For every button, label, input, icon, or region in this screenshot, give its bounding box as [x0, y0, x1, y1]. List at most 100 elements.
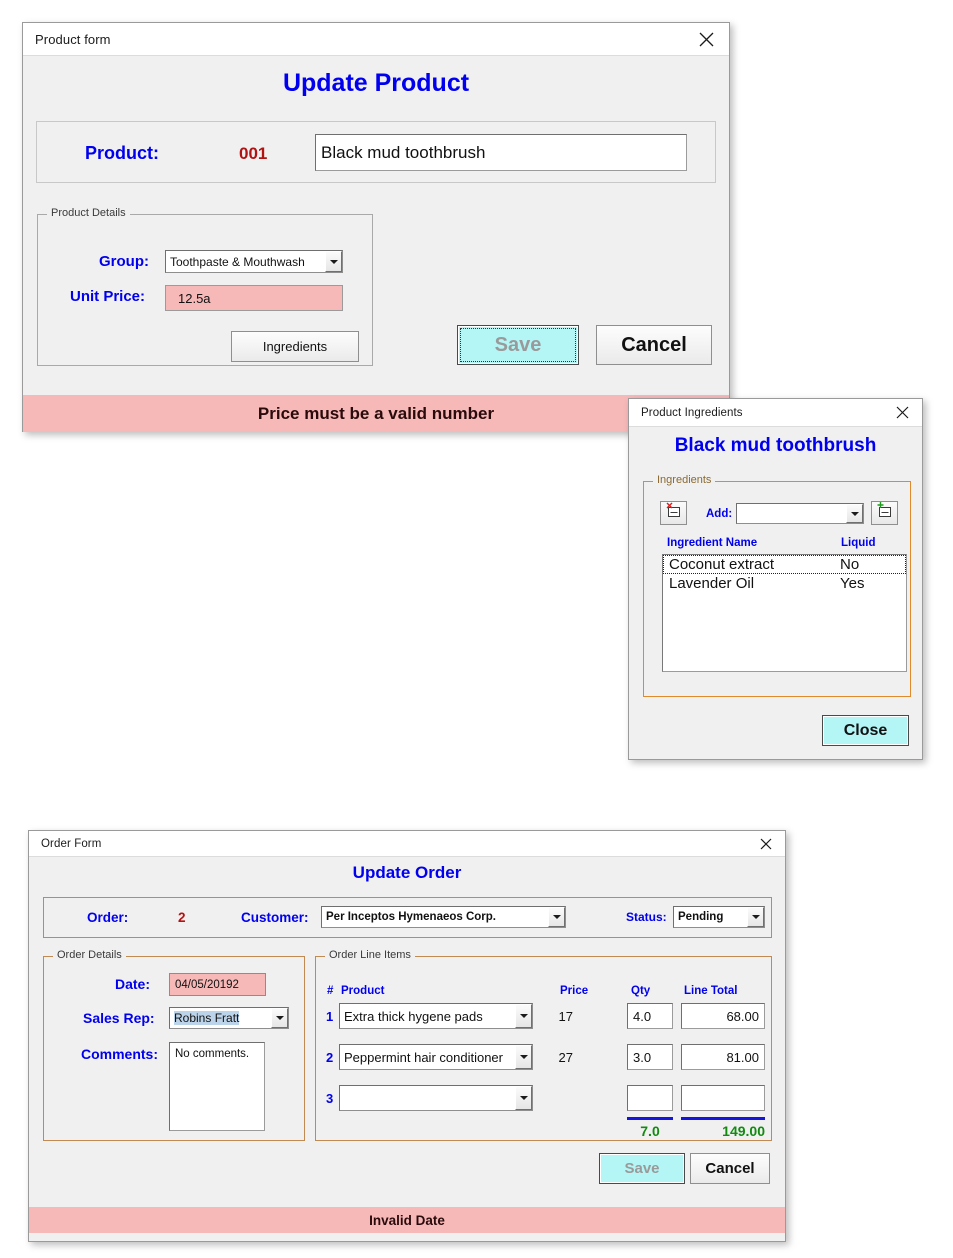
- ingredients-listbox[interactable]: Coconut extract No Lavender Oil Yes: [662, 554, 907, 672]
- chevron-down-icon[interactable]: [515, 1086, 532, 1110]
- line-row-number: 2: [326, 1050, 334, 1065]
- order-form-title: Order Form: [41, 837, 102, 850]
- date-input[interactable]: 04/05/20192: [169, 973, 266, 996]
- group-select-value: Toothpaste & Mouthwash: [170, 254, 305, 269]
- add-ingredient-select[interactable]: [736, 503, 864, 524]
- line-num-column-header: #: [327, 985, 334, 997]
- qty-total-value: 7.0: [640, 1123, 660, 1139]
- line-total-column-header: Line Total: [684, 985, 738, 997]
- save-button[interactable]: Save: [457, 325, 579, 365]
- chevron-down-icon[interactable]: [515, 1045, 532, 1069]
- liquid-column-header: Liquid: [841, 537, 876, 549]
- cancel-button[interactable]: Cancel: [596, 325, 712, 365]
- line-total-input[interactable]: 81.00: [681, 1044, 765, 1070]
- product-form-heading: Update Product: [282, 69, 470, 97]
- ingredient-name: Lavender Oil: [669, 575, 755, 592]
- group-select[interactable]: Toothpaste & Mouthwash: [165, 250, 343, 273]
- status-select[interactable]: Pending: [673, 906, 765, 928]
- product-form-window: Product form Update Product Product: 001…: [22, 22, 730, 432]
- add-list-item-icon: [876, 502, 894, 524]
- line-qty-input[interactable]: 3.0: [627, 1044, 673, 1070]
- line-total-rule: [681, 1117, 765, 1120]
- sales-rep-selected-text: Robins Fratt: [174, 1011, 240, 1025]
- customer-select[interactable]: Per Inceptos Hymenaeos Corp.: [321, 906, 566, 928]
- line-row-number: 3: [326, 1091, 334, 1106]
- customer-label: Customer:: [241, 910, 309, 925]
- customer-select-value: Per Inceptos Hymenaeos Corp.: [326, 911, 496, 923]
- comments-label: Comments:: [81, 1046, 159, 1062]
- line-qty-input[interactable]: 4.0: [627, 1003, 673, 1029]
- product-form-titlebar: Product form: [23, 23, 729, 56]
- product-form-error-bar: Price must be a valid number: [23, 395, 729, 432]
- chevron-down-icon[interactable]: [271, 1008, 288, 1028]
- grand-total-value: 149.00: [722, 1123, 765, 1139]
- delete-ingredient-button[interactable]: [660, 501, 687, 525]
- chevron-down-icon[interactable]: [515, 1004, 532, 1028]
- close-button[interactable]: Close: [822, 715, 909, 746]
- ingredients-heading: Black mud toothbrush: [674, 435, 877, 456]
- status-select-value: Pending: [678, 911, 724, 923]
- order-line-items-legend: Order Line Items: [325, 949, 415, 961]
- line-qty-input[interactable]: [627, 1085, 673, 1111]
- chevron-down-icon[interactable]: [747, 907, 764, 927]
- unit-price-input[interactable]: 12.5a: [165, 285, 343, 311]
- chevron-down-icon[interactable]: [325, 251, 342, 272]
- close-icon[interactable]: [689, 24, 723, 54]
- line-product-select[interactable]: Peppermint hair conditioner: [339, 1044, 533, 1070]
- ingredients-button[interactable]: Ingredients: [231, 331, 359, 362]
- product-details-legend: Product Details: [47, 207, 130, 219]
- chevron-down-icon[interactable]: [548, 907, 565, 927]
- close-icon[interactable]: [888, 400, 916, 426]
- ingredients-legend: Ingredients: [653, 474, 716, 486]
- add-ingredient-value: [737, 504, 846, 523]
- line-row-number: 1: [326, 1009, 334, 1024]
- sales-rep-select[interactable]: Robins Fratt: [169, 1007, 289, 1029]
- line-price-value: 17: [558, 1009, 573, 1024]
- list-item[interactable]: Lavender Oil Yes: [663, 574, 906, 593]
- ingredient-liquid: No: [840, 556, 860, 573]
- order-form-titlebar: Order Form: [29, 831, 785, 857]
- qty-total-rule: [627, 1117, 673, 1120]
- date-label: Date:: [115, 976, 151, 992]
- close-icon[interactable]: [753, 832, 779, 856]
- line-total-input[interactable]: [681, 1085, 765, 1111]
- ingredient-liquid: Yes: [840, 575, 865, 592]
- product-label: Product:: [85, 143, 159, 163]
- delete-list-item-icon: [665, 502, 683, 524]
- comments-textarea[interactable]: No comments.: [169, 1042, 265, 1131]
- screen: Product form Update Product Product: 001…: [0, 0, 953, 1258]
- order-form-window: Order Form Update Order Order: 2 Custome…: [28, 830, 786, 1242]
- order-form-heading: Update Order: [352, 863, 462, 882]
- line-product-select[interactable]: [339, 1085, 533, 1111]
- line-total-input[interactable]: 68.00: [681, 1003, 765, 1029]
- sales-rep-value: Robins Fratt: [170, 1008, 271, 1028]
- product-id-value: 001: [239, 144, 268, 163]
- ingredient-name-column-header: Ingredient Name: [667, 537, 758, 549]
- unit-price-label: Unit Price:: [70, 288, 146, 305]
- price-column-header: Price: [560, 985, 589, 997]
- list-item[interactable]: Coconut extract No: [663, 555, 906, 574]
- ingredients-window-title: Product Ingredients: [641, 406, 743, 419]
- ingredient-name: Coconut extract: [669, 556, 775, 573]
- product-form-title: Product form: [35, 31, 111, 47]
- line-product-value: [340, 1086, 515, 1110]
- line-price-value: 27: [558, 1050, 573, 1065]
- product-column-header: Product: [341, 985, 385, 997]
- qty-column-header: Qty: [631, 985, 651, 997]
- order-label: Order:: [87, 910, 129, 925]
- add-ingredient-button[interactable]: [871, 501, 898, 525]
- group-label: Group:: [99, 253, 149, 270]
- line-product-value: Peppermint hair conditioner: [344, 1049, 503, 1065]
- cancel-button[interactable]: Cancel: [690, 1153, 770, 1184]
- line-product-value: Extra thick hygene pads: [344, 1008, 483, 1024]
- status-label: Status:: [626, 910, 667, 924]
- ingredients-titlebar: Product Ingredients: [629, 399, 922, 427]
- order-form-error-bar: Invalid Date: [29, 1207, 785, 1233]
- save-button[interactable]: Save: [599, 1153, 685, 1184]
- order-id-value: 2: [178, 910, 186, 925]
- chevron-down-icon[interactable]: [846, 504, 863, 523]
- product-ingredients-window: Product Ingredients Black mud toothbrush…: [628, 398, 923, 760]
- line-product-select[interactable]: Extra thick hygene pads: [339, 1003, 533, 1029]
- product-name-input[interactable]: Black mud toothbrush: [315, 134, 687, 171]
- add-ingredient-label: Add:: [706, 508, 733, 520]
